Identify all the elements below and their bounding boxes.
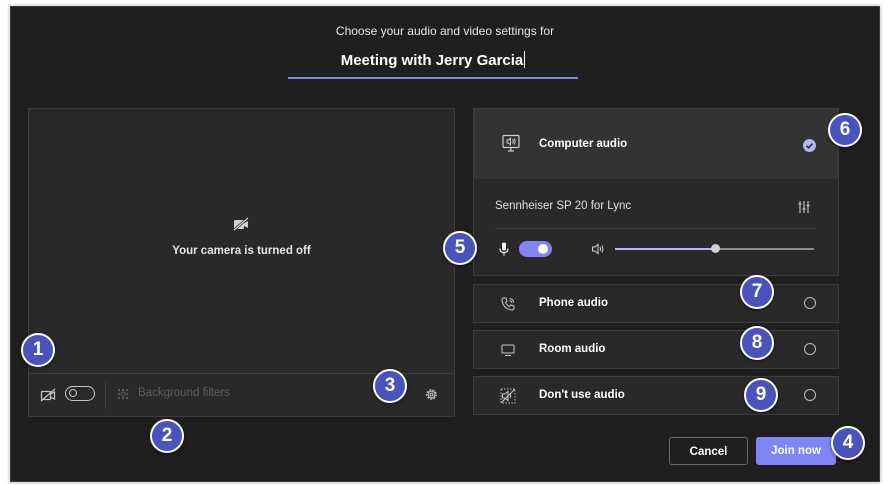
callout-5: 5 — [443, 231, 477, 265]
volume-thumb[interactable] — [710, 244, 720, 253]
phone-audio-option[interactable]: Phone audio — [473, 284, 839, 323]
callout-6: 6 — [828, 113, 862, 147]
callout-7: 7 — [740, 275, 774, 309]
video-preview-area: Your camera is turned off — [29, 109, 454, 373]
no-audio-label: Don't use audio — [539, 389, 625, 401]
camera-off-icon — [40, 388, 56, 402]
toggle-knob — [69, 389, 77, 397]
camera-off-icon — [233, 217, 249, 231]
callout-3: 3 — [373, 369, 407, 403]
camera-toggle[interactable] — [65, 386, 95, 401]
phone-audio-label: Phone audio — [539, 297, 608, 309]
speaker-icon — [592, 243, 604, 255]
callout-8: 8 — [740, 326, 774, 360]
volume-slider[interactable] — [615, 244, 814, 253]
room-audio-option[interactable]: Room audio — [473, 330, 839, 369]
settings-subtitle: Choose your audio and video settings for — [335, 24, 555, 38]
computer-audio-label: Computer audio — [539, 138, 628, 150]
computer-audio-option[interactable]: Computer audio — [474, 109, 838, 179]
callout-1: 1 — [21, 333, 55, 367]
divider — [495, 228, 815, 229]
computer-audio-icon — [502, 134, 520, 152]
phone-audio-radio[interactable] — [804, 297, 816, 309]
gear-icon[interactable] — [424, 387, 439, 402]
no-audio-radio[interactable] — [804, 389, 816, 401]
no-audio-icon — [500, 388, 516, 404]
cancel-button[interactable]: Cancel — [669, 437, 748, 465]
microphone-icon — [499, 242, 509, 256]
computer-audio-panel[interactable]: Computer audio Sennheiser SP 20 for Lync — [473, 108, 839, 276]
divider — [105, 382, 106, 409]
callout-9: 9 — [744, 378, 778, 412]
meeting-title: Meeting with Jerry Garcia — [340, 52, 524, 69]
microphone-toggle[interactable] — [519, 241, 552, 257]
camera-off-message: Your camera is turned off — [172, 245, 311, 257]
callout-4: 4 — [831, 426, 865, 460]
room-audio-label: Room audio — [539, 343, 606, 355]
phone-audio-icon — [501, 297, 515, 311]
device-settings-icon[interactable] — [797, 200, 811, 214]
volume-fill — [615, 248, 715, 250]
meeting-title-field[interactable]: Meeting with Jerry Garcia — [288, 49, 578, 79]
selected-check-icon — [803, 139, 816, 152]
room-audio-radio[interactable] — [804, 343, 816, 355]
background-filters-button[interactable]: Background filters — [138, 387, 230, 399]
text-caret — [524, 51, 526, 68]
join-now-button[interactable]: Join now — [756, 437, 836, 465]
audio-device-name: Sennheiser SP 20 for Lync — [495, 200, 632, 212]
room-audio-icon — [501, 344, 515, 356]
no-audio-option[interactable]: Don't use audio — [473, 376, 839, 415]
callout-2: 2 — [150, 419, 184, 453]
toggle-knob — [538, 244, 548, 254]
background-filters-icon — [117, 388, 129, 400]
